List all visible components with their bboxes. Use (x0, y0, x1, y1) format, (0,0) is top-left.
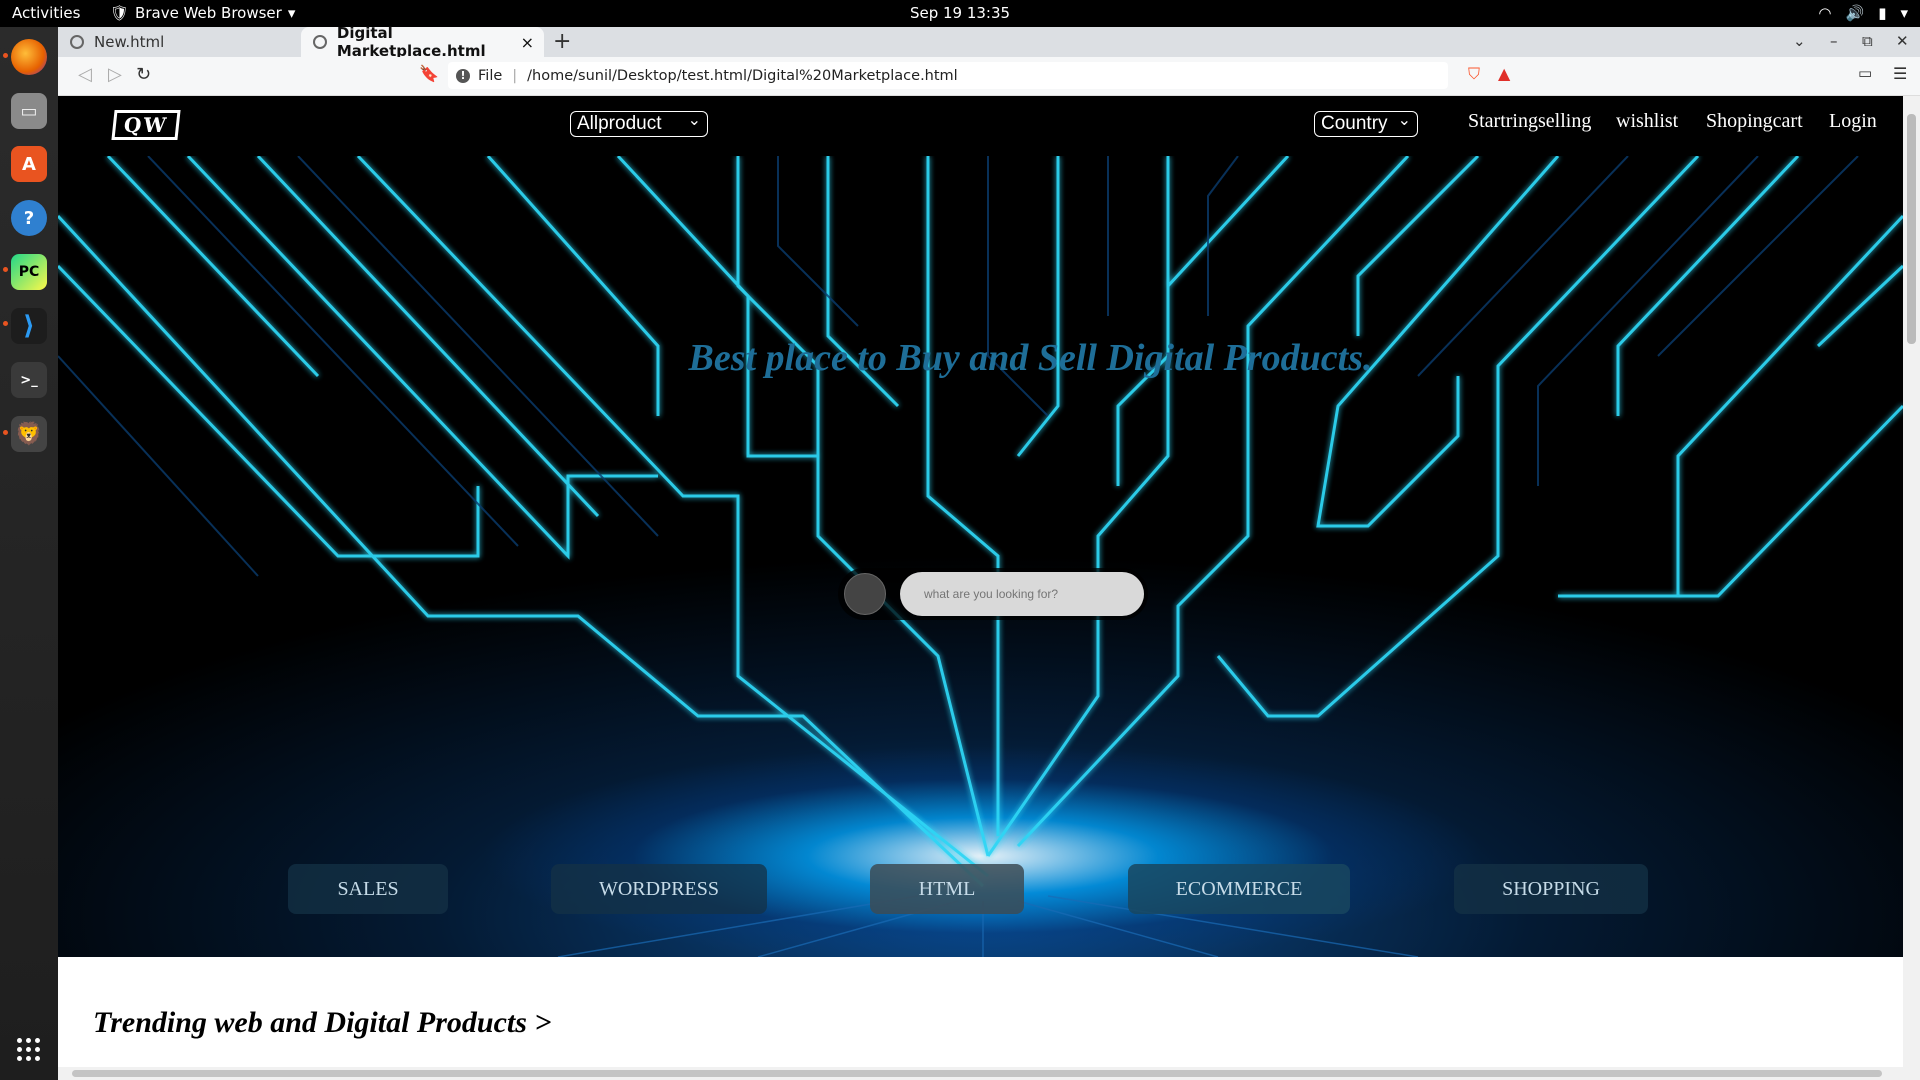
scrollbar-thumb[interactable] (72, 1070, 1882, 1077)
category-button-ecommerce[interactable]: ECOMMERCE (1128, 864, 1350, 914)
nav-link-shopping-cart[interactable]: Shopingcart (1706, 110, 1803, 133)
circuit-background-image (58, 156, 1903, 957)
browser-window: New.html Digital Marketplace.html × + ⌄ … (58, 24, 1920, 1080)
tab-digital-marketplace[interactable]: Digital Marketplace.html × (301, 24, 544, 60)
system-top-bar: Activities 🛡 Brave Web Browser ▾ Sep 19 … (0, 0, 1920, 27)
product-select[interactable]: Allproduct (570, 109, 708, 137)
url-separator: | (512, 67, 518, 84)
nav-link-login[interactable]: Login (1829, 110, 1877, 133)
clock[interactable]: Sep 19 13:35 (0, 4, 1920, 22)
scrollbar-thumb[interactable] (1907, 114, 1916, 344)
reload-icon[interactable]: ↻ (136, 64, 151, 85)
address-bar: ◁ ▷ ↻ 🔖 ! File | /home/sunil/Desktop/tes… (58, 57, 1920, 96)
restore-icon[interactable]: ⧉ (1862, 32, 1873, 50)
category-button-html[interactable]: HTML (870, 864, 1024, 914)
search-button[interactable] (844, 573, 886, 615)
tab-title: Digital Marketplace.html (336, 24, 486, 60)
category-button-sales[interactable]: SALES (288, 864, 448, 914)
new-tab-button[interactable]: + (553, 29, 571, 54)
running-indicator (3, 267, 8, 272)
site-navbar: QW Allproduct Country Startringselling w… (58, 96, 1903, 156)
globe-icon (70, 35, 84, 49)
country-select[interactable]: Country (1314, 109, 1418, 137)
running-indicator (3, 321, 8, 326)
tab-new-html[interactable]: New.html (58, 27, 298, 57)
files-icon[interactable]: ▭ (11, 93, 47, 129)
running-indicator (3, 53, 8, 58)
category-button-shopping[interactable]: SHOPPING (1454, 864, 1648, 914)
back-icon[interactable]: ◁ (78, 64, 92, 85)
show-applications-icon[interactable] (17, 1038, 41, 1062)
vscode-icon[interactable]: ⟩ (11, 308, 47, 344)
trending-heading[interactable]: Trending web and Digital Products > (93, 1006, 552, 1040)
help-icon[interactable]: ? (11, 200, 47, 236)
url-field[interactable]: ! File | /home/sunil/Desktop/test.html/D… (448, 62, 1448, 89)
url-scheme: File (478, 67, 503, 84)
vertical-scrollbar[interactable] (1903, 96, 1920, 1080)
dock: ▭ A ? PC ⟩ >_ 🦁 (0, 27, 58, 1080)
search-bar (838, 568, 1148, 620)
wallet-icon[interactable]: ▭ (1858, 64, 1872, 82)
info-icon[interactable]: ! (456, 68, 470, 83)
nav-link-start-selling[interactable]: Startringselling (1468, 110, 1591, 133)
search-input[interactable] (900, 572, 1144, 616)
running-indicator (3, 430, 8, 435)
wifi-icon: ◠ (1818, 4, 1832, 22)
nav-link-wishlist[interactable]: wishlist (1616, 110, 1678, 133)
page-viewport: QW Allproduct Country Startringselling w… (58, 96, 1903, 1080)
brave-icon[interactable]: 🦁 (11, 416, 47, 452)
app-center-icon[interactable]: A (11, 146, 47, 182)
category-button-wordpress[interactable]: WORDPRESS (551, 864, 767, 914)
close-window-icon[interactable]: ✕ (1896, 32, 1909, 50)
bookmark-icon[interactable]: 🔖 (419, 64, 439, 83)
forward-icon[interactable]: ▷ (108, 64, 122, 85)
brave-rewards-icon[interactable]: ▲ (1498, 64, 1510, 83)
minimize-icon[interactable]: – (1830, 32, 1838, 50)
tab-title: New.html (94, 33, 165, 51)
firefox-icon[interactable] (11, 39, 47, 75)
volume-icon: 🔊 (1845, 4, 1865, 22)
terminal-icon[interactable]: >_ (11, 362, 47, 398)
hero-banner: Best place to Buy and Sell Digital Produ… (58, 156, 1903, 957)
battery-icon: ▮ (1878, 4, 1887, 22)
pycharm-icon[interactable]: PC (11, 254, 47, 290)
globe-icon (313, 35, 327, 49)
tab-search-icon[interactable]: ⌄ (1793, 32, 1806, 50)
menu-icon[interactable]: ☰ (1893, 64, 1907, 83)
url-text: /home/sunil/Desktop/test.html/Digital%20… (527, 67, 958, 84)
tab-strip: New.html Digital Marketplace.html × + ⌄ … (58, 24, 1920, 60)
chevron-down-icon: ▾ (1900, 4, 1908, 22)
hero-title: Best place to Buy and Sell Digital Produ… (688, 337, 1373, 379)
horizontal-scrollbar[interactable] (58, 1067, 1903, 1080)
system-tray[interactable]: ◠ 🔊 ▮ ▾ (1818, 4, 1908, 22)
brave-shields-icon[interactable]: ⛉ (1468, 64, 1480, 84)
close-tab-icon[interactable]: × (521, 33, 534, 52)
site-logo[interactable]: QW (111, 110, 181, 140)
